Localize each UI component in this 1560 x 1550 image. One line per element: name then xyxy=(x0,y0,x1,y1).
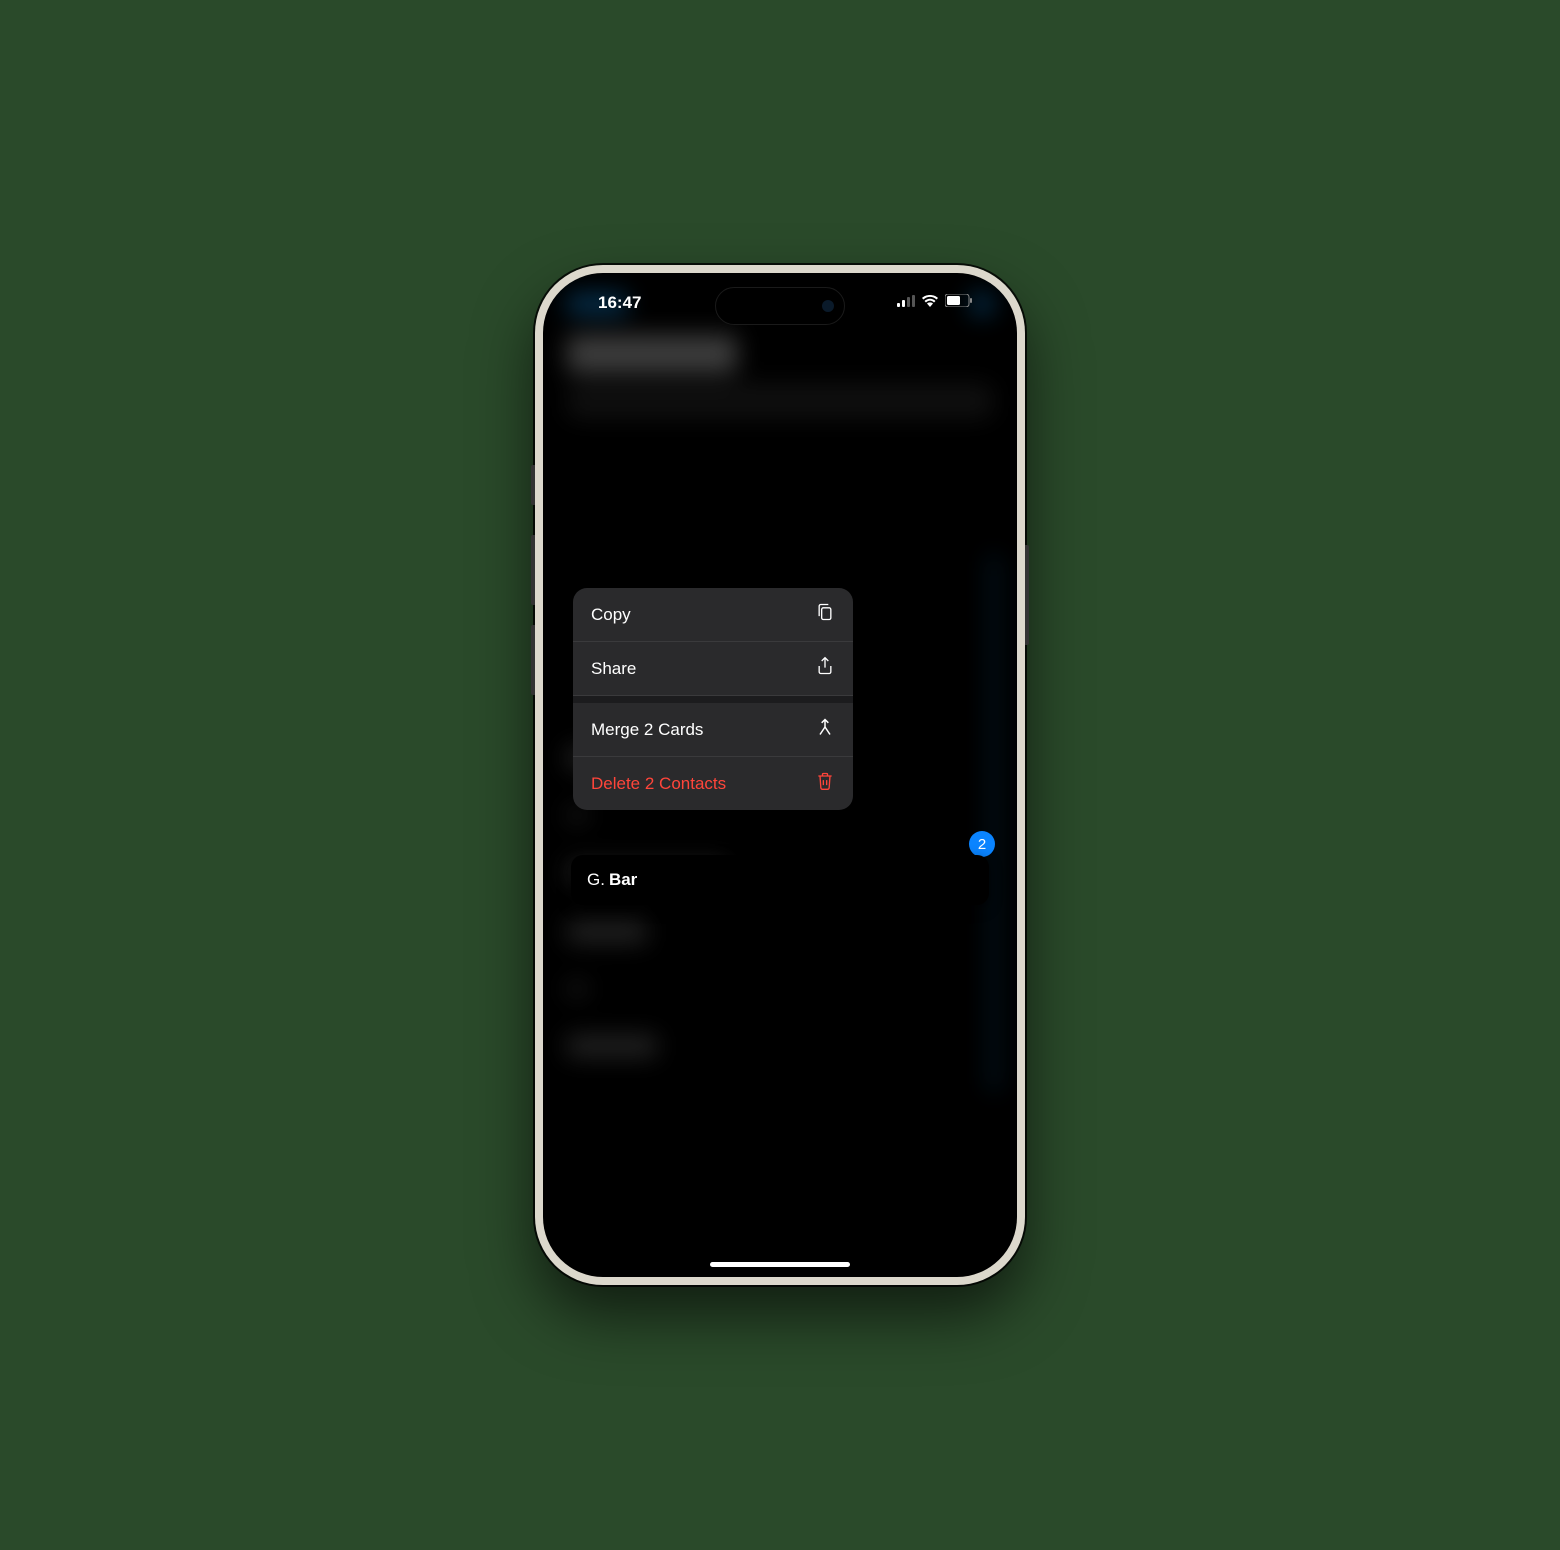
wifi-icon xyxy=(921,294,939,312)
battery-icon xyxy=(945,294,972,312)
menu-item-label: Share xyxy=(591,659,636,679)
dynamic-island xyxy=(715,287,845,325)
share-icon xyxy=(815,656,835,681)
menu-item-label: Copy xyxy=(591,605,631,625)
contact-prefix: G. xyxy=(587,870,605,890)
contact-name: Bar xyxy=(609,870,637,890)
contact-preview-card[interactable]: G. Bar xyxy=(571,855,989,905)
menu-item-merge[interactable]: Merge 2 Cards xyxy=(573,696,853,757)
status-time: 16:47 xyxy=(598,293,641,313)
context-menu: Copy Share xyxy=(573,588,853,810)
merge-icon xyxy=(815,717,835,742)
menu-item-share[interactable]: Share xyxy=(573,642,853,696)
status-icons xyxy=(897,294,972,312)
copy-icon xyxy=(815,602,835,627)
menu-item-label: Delete 2 Contacts xyxy=(591,774,726,794)
menu-item-copy[interactable]: Copy xyxy=(573,588,853,642)
badge-count: 2 xyxy=(978,836,986,853)
menu-item-delete[interactable]: Delete 2 Contacts xyxy=(573,757,853,810)
cellular-icon xyxy=(897,294,915,312)
phone-device-frame: 16:47 xyxy=(535,265,1025,1285)
trash-icon xyxy=(815,771,835,796)
phone-screen: 16:47 xyxy=(543,273,1017,1277)
menu-item-label: Merge 2 Cards xyxy=(591,720,703,740)
selection-count-badge: 2 xyxy=(969,831,995,857)
home-indicator[interactable] xyxy=(710,1262,850,1267)
camera-icon xyxy=(822,300,834,312)
